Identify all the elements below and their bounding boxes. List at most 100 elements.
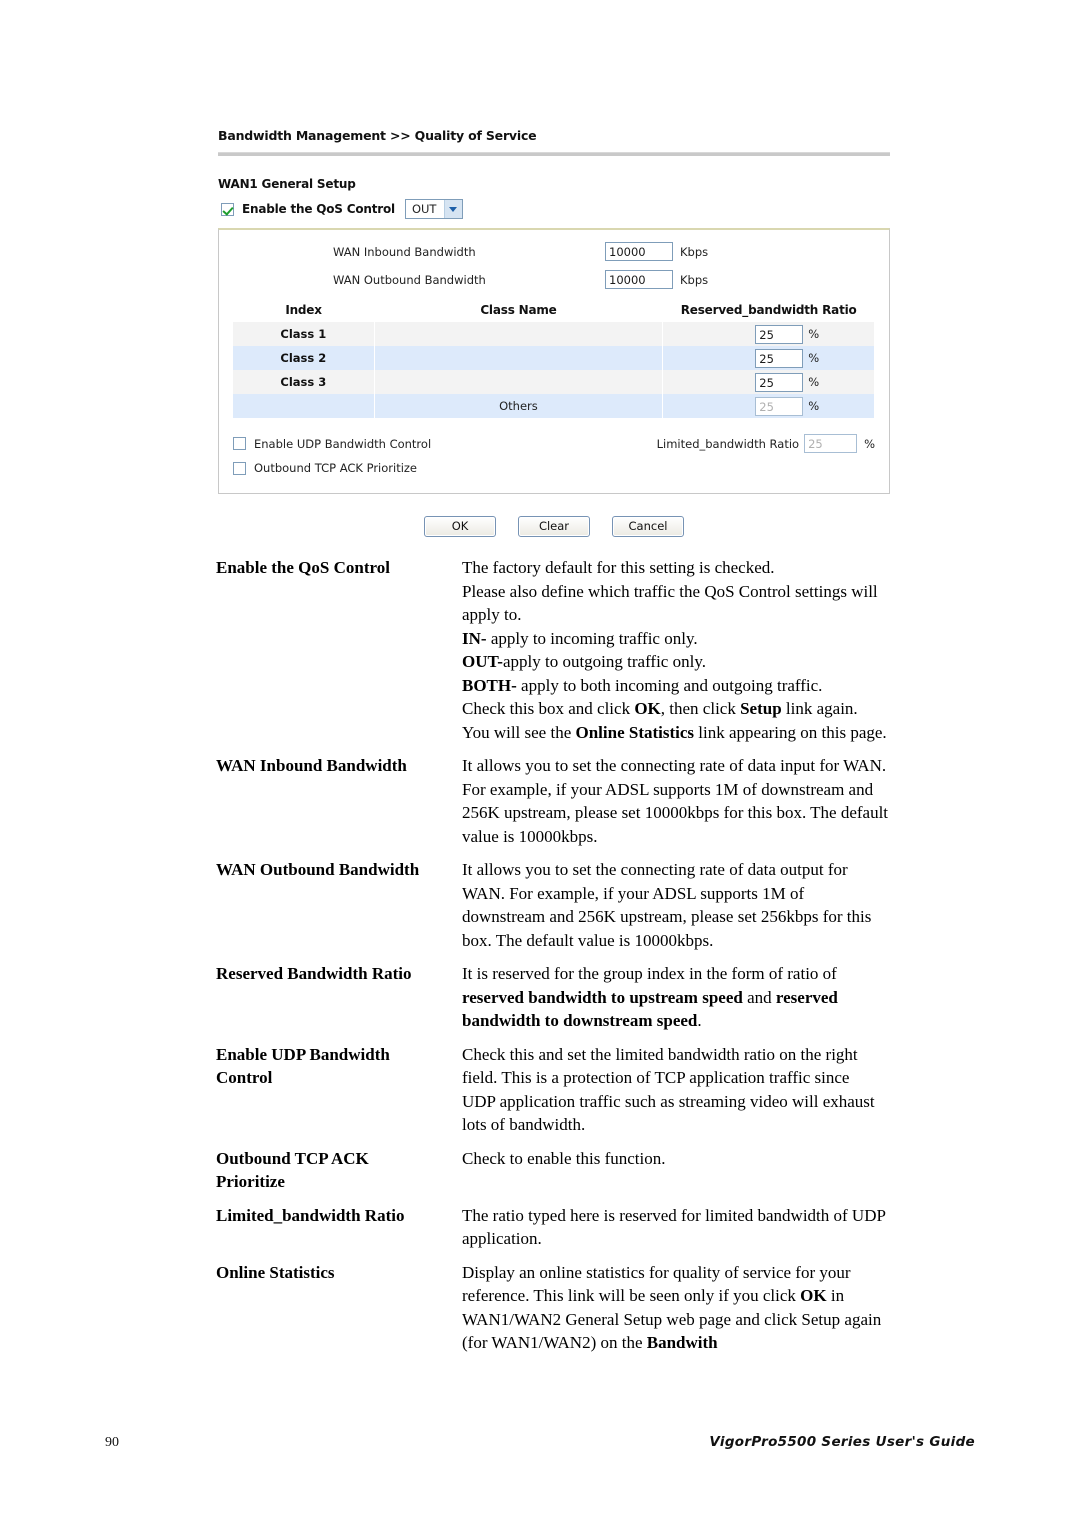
table-row: Class 2 25 %: [233, 346, 875, 370]
table-row: Class 1 25 %: [233, 322, 875, 346]
description-line: BOTH- apply to both incoming and outgoin…: [462, 675, 823, 695]
description-term: WAN Outbound Bandwidth: [216, 860, 420, 879]
description-line: Display an online statistics for quality…: [462, 1262, 851, 1282]
description-term: Reserved Bandwidth Ratio: [216, 964, 412, 983]
cell-index: Class 2: [233, 346, 375, 370]
emphasis-text: Setup: [740, 699, 782, 718]
description-definition: It allows you to set the connecting rate…: [462, 754, 976, 848]
emphasis-text: BOTH-: [462, 675, 517, 695]
description-definition: Check this and set the limited bandwidth…: [462, 1043, 976, 1137]
wan-outbound-bandwidth-input[interactable]: 10000: [605, 270, 673, 289]
form-buttons: OK Clear Cancel: [218, 516, 890, 537]
enable-udp-bandwidth-control-label: Enable UDP Bandwidth Control: [254, 436, 432, 451]
class3-ratio-input[interactable]: 25: [755, 372, 804, 392]
page-number: 90: [105, 1435, 119, 1450]
ok-button[interactable]: OK: [424, 516, 496, 537]
description-term-line: Prioritize: [216, 1172, 285, 1191]
wan-inbound-bandwidth-input[interactable]: 10000: [605, 242, 673, 261]
description-line: You will see the Online Statistics link …: [462, 722, 887, 742]
emphasis-text: bandwidth to downstream speed: [462, 1011, 698, 1030]
cell-class-name[interactable]: [374, 370, 664, 394]
description-term: Limited_bandwidth Ratio: [216, 1205, 405, 1225]
description-line: field. This is a protection of TCP appli…: [462, 1068, 850, 1087]
qos-options: Enable UDP Bandwidth Control Limited_ban…: [233, 434, 875, 475]
chevron-down-icon[interactable]: [443, 200, 462, 218]
description-line: It allows you to set the connecting rate…: [462, 860, 848, 879]
enable-qos-checkbox[interactable]: [221, 202, 234, 216]
wan-inbound-bandwidth-row: WAN Inbound Bandwidth 10000 Kbps: [233, 242, 875, 261]
cell-class-name[interactable]: [374, 322, 664, 346]
enable-qos-label: Enable the QoS Control: [242, 202, 395, 216]
description-row: Online Statistics Display an online stati…: [216, 1261, 976, 1355]
guide-title: VigorPro5500 Series User's Guide: [709, 1434, 975, 1450]
outbound-tcp-ack-prioritize-checkbox[interactable]: [233, 461, 246, 475]
cell-ratio: 25 %: [662, 322, 875, 346]
others-ratio-input: 25: [755, 396, 804, 416]
description-term: Online Statistics: [216, 1262, 335, 1282]
enable-udp-bandwidth-control-row: Enable UDP Bandwidth Control Limited_ban…: [233, 434, 875, 453]
description-row: Limited_bandwidth Ratio The ratio typed h…: [216, 1204, 976, 1251]
description-line: (for WAN1/WAN2) on the Bandwith: [462, 1333, 718, 1352]
clear-button[interactable]: Clear: [518, 516, 590, 537]
qos-direction-select[interactable]: OUT: [404, 199, 463, 219]
description-line: It allows you to set the connecting rate…: [462, 756, 887, 775]
cancel-button[interactable]: Cancel: [612, 516, 684, 537]
description-line: Please also define which traffic the QoS…: [462, 581, 878, 601]
emphasis-text: OK: [634, 699, 661, 718]
section-title-wan1-general-setup: WAN1 General Setup: [218, 177, 356, 191]
description-line: application.: [462, 1229, 542, 1248]
description-line: Check to enable this function.: [462, 1148, 666, 1168]
enable-udp-bandwidth-control-checkbox[interactable]: [233, 437, 246, 450]
table-row: Others 25 %: [233, 394, 875, 418]
cell-ratio: 25 %: [662, 394, 875, 418]
cell-index: [233, 394, 375, 418]
description-line: The factory default for this setting is …: [462, 558, 775, 577]
column-header-class-name: Class Name: [480, 303, 557, 317]
description-term: WAN Inbound Bandwidth: [216, 756, 407, 775]
wan-outbound-bandwidth-row: WAN Outbound Bandwidth 10000 Kbps: [233, 270, 875, 289]
wan-inbound-bandwidth-unit: Kbps: [680, 244, 709, 259]
emphasis-text: IN-: [462, 628, 487, 648]
description-row: Outbound TCP ACK Prioritize Check to enabl…: [216, 1147, 976, 1194]
outbound-tcp-ack-prioritize-row: Outbound TCP ACK Prioritize: [233, 461, 875, 475]
router-web-ui-screenshot: Bandwidth Management >> Quality of Servi…: [218, 128, 890, 537]
description-line: It is reserved for the group index in th…: [462, 964, 837, 983]
description-definition: Check to enable this function.: [462, 1147, 976, 1171]
description-term: Enable UDP Bandwidth Control: [216, 1043, 462, 1090]
description-line: WAN. For example, if your ADSL supports …: [462, 883, 805, 903]
settings-description-list: Enable the QoS Control The factory defaul…: [216, 556, 976, 1365]
description-line: UDP application traffic such as streamin…: [462, 1091, 875, 1111]
description-row: WAN Inbound Bandwidth It allows you to se…: [216, 754, 976, 848]
description-term-line: Enable UDP Bandwidth: [216, 1044, 390, 1064]
description-line: Check this and set the limited bandwidth…: [462, 1044, 858, 1064]
class1-ratio-input[interactable]: 25: [755, 324, 804, 344]
qos-direction-value: OUT: [411, 202, 437, 216]
column-header-reserved-ratio: Reserved_bandwidth Ratio: [680, 303, 857, 317]
column-header-index: Index: [285, 303, 322, 317]
emphasis-text: Bandwith: [646, 1333, 718, 1352]
description-row: Reserved Bandwidth Ratio It is reserved f…: [216, 962, 976, 1033]
description-term-line: Outbound TCP ACK: [216, 1148, 369, 1168]
cell-class-name[interactable]: [374, 346, 664, 370]
table-header-row: Index Class Name Reserved_bandwidth Rati…: [233, 300, 875, 322]
description-line: bandwidth to downstream speed.: [462, 1011, 702, 1030]
header-divider: [218, 152, 890, 156]
limited-bandwidth-ratio-input[interactable]: 25: [804, 434, 858, 453]
description-term: Enable the QoS Control: [216, 558, 390, 577]
description-definition: The ratio typed here is reserved for lim…: [462, 1204, 976, 1251]
class2-ratio-input[interactable]: 25: [755, 348, 804, 368]
description-line: box. The default value is 10000kbps.: [462, 930, 714, 950]
wan-outbound-bandwidth-unit: Kbps: [680, 272, 709, 287]
description-line: OUT-apply to outgoing traffic only.: [462, 652, 706, 671]
cell-ratio: 25 %: [662, 370, 875, 394]
emphasis-text: Online Statistics: [575, 722, 695, 742]
description-line: value is 10000kbps.: [462, 826, 598, 846]
description-line: IN- apply to incoming traffic only.: [462, 628, 698, 648]
emphasis-text: reserved: [775, 987, 838, 1007]
description-row: Enable the QoS Control The factory defaul…: [216, 556, 976, 744]
limited-bandwidth-ratio-label: Limited_bandwidth Ratio: [656, 436, 800, 451]
description-line: reserved bandwidth to upstream speed and…: [462, 987, 838, 1007]
description-row: WAN Outbound Bandwidth It allows you to s…: [216, 858, 976, 952]
class3-ratio-unit: %: [808, 375, 820, 389]
description-row: Enable UDP Bandwidth Control Check this an…: [216, 1043, 976, 1137]
